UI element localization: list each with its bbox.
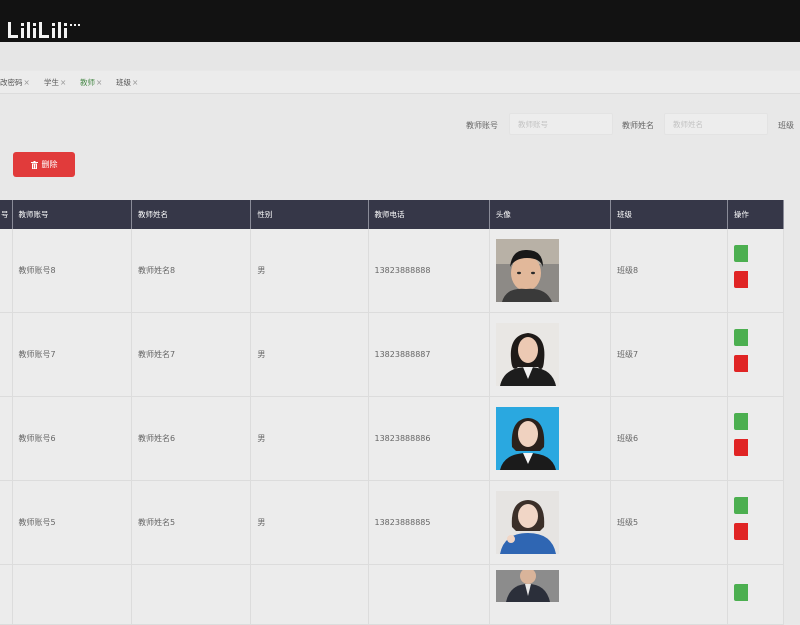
account-cell xyxy=(12,564,132,625)
column-header-gender: 性别 xyxy=(250,200,369,229)
column-header-phone: 教师电话 xyxy=(368,200,490,229)
name-cell: 教师姓名8 xyxy=(131,229,252,313)
column-header-class: 班级 xyxy=(610,200,728,229)
tab-students[interactable]: 学生× xyxy=(44,77,66,88)
edit-button[interactable] xyxy=(733,412,748,430)
tab-bar: 改密码× 学生× 教师× 班级× xyxy=(0,71,800,94)
row-index-cell xyxy=(0,229,13,313)
name-cell: 教师姓名7 xyxy=(131,312,252,397)
trash-icon xyxy=(30,160,38,169)
edit-button[interactable] xyxy=(733,584,748,601)
avatar xyxy=(495,239,559,302)
actions-cell xyxy=(727,564,785,625)
column-header-account: 教师账号 xyxy=(12,200,132,229)
gender-cell: 男 xyxy=(250,396,369,481)
delete-row-button[interactable] xyxy=(733,270,748,288)
avatar-cell xyxy=(489,229,611,313)
actions-cell xyxy=(727,229,785,313)
account-cell: 教师账号5 xyxy=(12,480,132,565)
table-row: 教师账号6 教师姓名6 男 13823888886 班级6 xyxy=(0,396,785,481)
close-icon[interactable]: × xyxy=(132,78,138,87)
gender-cell: 男 xyxy=(250,312,369,397)
class-cell: 班级5 xyxy=(610,480,728,565)
name-cell xyxy=(131,564,252,625)
gender-cell: 男 xyxy=(250,480,369,565)
delete-button[interactable]: 删除 xyxy=(13,152,75,177)
actions-cell xyxy=(727,312,785,397)
class-search-label: 班级 xyxy=(778,121,794,130)
edit-button[interactable] xyxy=(733,328,748,346)
account-search-label: 教师账号 xyxy=(466,121,498,130)
column-header-index: 号 xyxy=(0,200,13,229)
table-row xyxy=(0,564,785,625)
teacher-table: 号 教师账号 教师姓名 性别 教师电话 头像 班级 操作 教师账号8 教师姓名8… xyxy=(0,200,785,625)
column-header-name: 教师姓名 xyxy=(131,200,252,229)
delete-row-button[interactable] xyxy=(733,438,748,456)
class-cell: 班级6 xyxy=(610,396,728,481)
tab-teachers[interactable]: 教师× xyxy=(80,77,102,88)
class-cell xyxy=(610,564,728,625)
phone-cell: 13823888888 xyxy=(368,229,490,313)
name-search-label: 教师姓名 xyxy=(622,121,654,130)
actions-cell xyxy=(727,396,785,481)
class-cell: 班级7 xyxy=(610,312,728,397)
row-index-cell xyxy=(0,564,13,625)
row-index-cell xyxy=(0,480,13,565)
close-icon[interactable]: × xyxy=(96,78,102,87)
gender-cell: 男 xyxy=(250,229,369,313)
avatar-cell xyxy=(489,312,611,397)
avatar-cell xyxy=(489,564,611,625)
column-header-avatar: 头像 xyxy=(489,200,611,229)
avatar xyxy=(495,570,559,602)
account-search-input[interactable] xyxy=(509,113,613,135)
header-bar xyxy=(0,42,800,70)
class-cell: 班级8 xyxy=(610,229,728,313)
name-search-input[interactable] xyxy=(664,113,768,135)
delete-row-button[interactable] xyxy=(733,354,748,372)
top-bar xyxy=(0,0,800,42)
phone-cell xyxy=(368,564,490,625)
phone-cell: 13823888885 xyxy=(368,480,490,565)
delete-row-button[interactable] xyxy=(733,522,748,540)
phone-cell: 13823888886 xyxy=(368,396,490,481)
account-cell: 教师账号7 xyxy=(12,312,132,397)
actions-cell xyxy=(727,480,785,565)
close-icon[interactable]: × xyxy=(60,78,66,87)
close-icon[interactable]: × xyxy=(24,78,30,87)
row-index-cell xyxy=(0,312,13,397)
delete-button-label: 删除 xyxy=(41,160,58,169)
tab-change-password[interactable]: 改密码× xyxy=(0,77,30,88)
avatar-cell xyxy=(489,396,611,481)
edit-button[interactable] xyxy=(733,496,748,514)
avatar xyxy=(495,491,559,554)
avatar xyxy=(495,407,559,470)
table-row: 教师账号8 教师姓名8 男 13823888888 班级8 xyxy=(0,229,785,313)
row-index-cell xyxy=(0,396,13,481)
avatar xyxy=(495,323,559,386)
bilibili-logo xyxy=(6,18,90,42)
gender-cell xyxy=(250,564,369,625)
account-cell: 教师账号6 xyxy=(12,396,132,481)
name-cell: 教师姓名5 xyxy=(131,480,252,565)
table-row: 教师账号7 教师姓名7 男 13823888887 班级7 xyxy=(0,312,785,397)
tab-classes[interactable]: 班级× xyxy=(116,77,138,88)
avatar-cell xyxy=(489,480,611,565)
column-header-actions: 操作 xyxy=(727,200,785,229)
phone-cell: 13823888887 xyxy=(368,312,490,397)
table-header-row: 号 教师账号 教师姓名 性别 教师电话 头像 班级 操作 xyxy=(0,200,785,229)
edit-button[interactable] xyxy=(733,244,748,262)
table-row: 教师账号5 教师姓名5 男 13823888885 班级5 xyxy=(0,480,785,565)
account-cell: 教师账号8 xyxy=(12,229,132,313)
name-cell: 教师姓名6 xyxy=(131,396,252,481)
